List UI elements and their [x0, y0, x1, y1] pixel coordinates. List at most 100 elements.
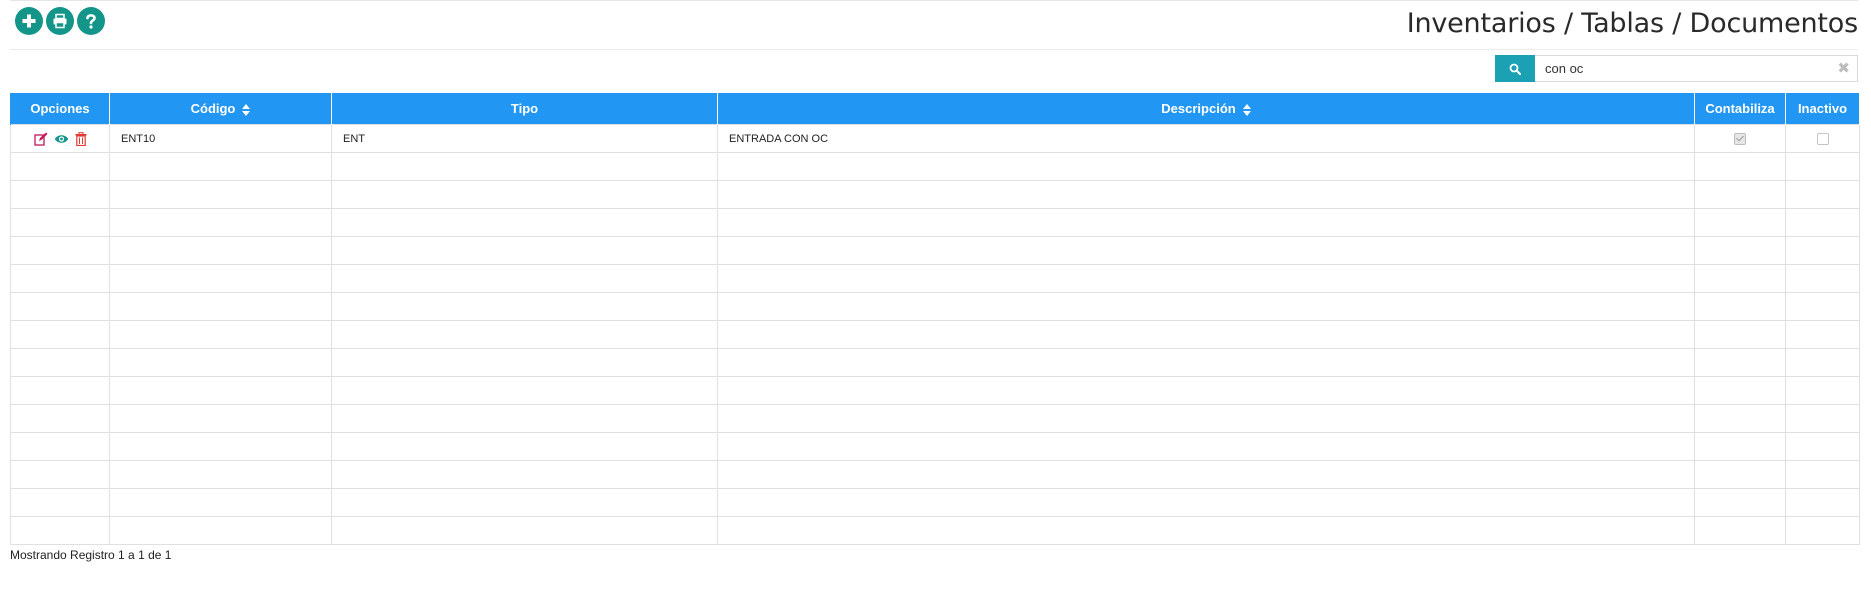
empty-cell	[717, 376, 1695, 405]
empty-cell	[10, 348, 110, 377]
empty-cell	[1694, 488, 1786, 517]
empty-cell	[1694, 292, 1786, 321]
empty-cell	[1785, 460, 1860, 489]
search-button[interactable]	[1495, 55, 1535, 82]
empty-rows	[10, 152, 1860, 545]
print-button[interactable]	[46, 7, 74, 35]
empty-cell	[10, 320, 110, 349]
add-button[interactable]	[15, 7, 43, 35]
search-bar: ✖	[1495, 55, 1858, 82]
empty-cell	[109, 460, 332, 489]
empty-row	[10, 292, 1860, 321]
empty-cell	[1694, 264, 1786, 293]
empty-cell	[1785, 152, 1860, 181]
empty-cell	[109, 236, 332, 265]
descripcion-cell: ENTRADA CON OC	[717, 124, 1695, 153]
inactivo-checkbox[interactable]	[1816, 132, 1829, 145]
sort-icon	[1242, 103, 1251, 116]
empty-cell	[109, 376, 332, 405]
empty-cell	[10, 152, 110, 181]
empty-cell	[331, 404, 718, 433]
column-header-contabiliza: Contabiliza	[1694, 93, 1786, 125]
empty-cell	[10, 208, 110, 237]
empty-row	[10, 376, 1860, 405]
empty-cell	[331, 348, 718, 377]
empty-row	[10, 180, 1860, 209]
column-header-tipo: Tipo	[331, 93, 718, 125]
empty-cell	[1694, 320, 1786, 349]
empty-row	[10, 460, 1860, 489]
empty-cell	[109, 292, 332, 321]
empty-cell	[331, 208, 718, 237]
empty-cell	[10, 264, 110, 293]
empty-cell	[109, 432, 332, 461]
edit-icon[interactable]	[33, 132, 48, 146]
empty-cell	[331, 236, 718, 265]
row-options-cell	[10, 124, 110, 153]
empty-cell	[1785, 376, 1860, 405]
clear-search-icon[interactable]: ✖	[1837, 59, 1850, 77]
empty-cell	[717, 320, 1695, 349]
empty-cell	[10, 488, 110, 517]
empty-cell	[331, 152, 718, 181]
empty-cell	[1694, 460, 1786, 489]
empty-row	[10, 264, 1860, 293]
empty-row	[10, 320, 1860, 349]
empty-row	[10, 516, 1860, 545]
empty-cell	[717, 236, 1695, 265]
search-input[interactable]	[1535, 55, 1858, 82]
empty-cell	[717, 348, 1695, 377]
pagination-info: Mostrando Registro 1 a 1 de 1	[10, 548, 172, 562]
empty-cell	[10, 292, 110, 321]
codigo-cell: ENT10	[109, 124, 332, 153]
plus-circle-icon	[22, 14, 36, 28]
empty-cell	[1694, 348, 1786, 377]
question-icon	[86, 14, 96, 29]
empty-cell	[1785, 236, 1860, 265]
empty-cell	[1785, 348, 1860, 377]
empty-cell	[109, 320, 332, 349]
tipo-cell: ENT	[331, 124, 718, 153]
empty-cell	[109, 264, 332, 293]
empty-cell	[1785, 404, 1860, 433]
empty-cell	[109, 348, 332, 377]
empty-cell	[331, 376, 718, 405]
contabiliza-cell	[1694, 124, 1786, 153]
table-header-row: Opciones Código Tipo Descripción Contabi…	[10, 93, 1860, 125]
column-header-descripcion[interactable]: Descripción	[717, 93, 1695, 125]
empty-row	[10, 432, 1860, 461]
empty-cell	[331, 292, 718, 321]
empty-cell	[1694, 516, 1786, 545]
empty-cell	[1785, 208, 1860, 237]
delete-icon[interactable]	[75, 131, 87, 146]
empty-cell	[10, 432, 110, 461]
empty-cell	[1694, 376, 1786, 405]
empty-cell	[717, 516, 1695, 545]
view-icon[interactable]	[54, 133, 69, 145]
empty-cell	[10, 404, 110, 433]
empty-cell	[1785, 320, 1860, 349]
sort-icon	[242, 103, 251, 116]
print-icon	[53, 13, 67, 29]
empty-cell	[717, 460, 1695, 489]
empty-cell	[717, 488, 1695, 517]
empty-cell	[331, 432, 718, 461]
empty-cell	[10, 180, 110, 209]
table-row[interactable]: ENT10 ENT ENTRADA CON OC	[10, 124, 1860, 153]
empty-cell	[1694, 180, 1786, 209]
column-header-codigo[interactable]: Código	[109, 93, 332, 125]
empty-cell	[717, 264, 1695, 293]
empty-cell	[1694, 404, 1786, 433]
column-header-inactivo: Inactivo	[1785, 93, 1860, 125]
column-header-opciones: Opciones	[10, 93, 110, 125]
empty-cell	[1694, 208, 1786, 237]
empty-cell	[10, 460, 110, 489]
empty-cell	[331, 320, 718, 349]
empty-cell	[1694, 432, 1786, 461]
empty-cell	[109, 488, 332, 517]
empty-cell	[331, 516, 718, 545]
empty-cell	[331, 264, 718, 293]
empty-row	[10, 208, 1860, 237]
contabiliza-checkbox[interactable]	[1734, 132, 1746, 145]
help-button[interactable]	[77, 7, 105, 35]
